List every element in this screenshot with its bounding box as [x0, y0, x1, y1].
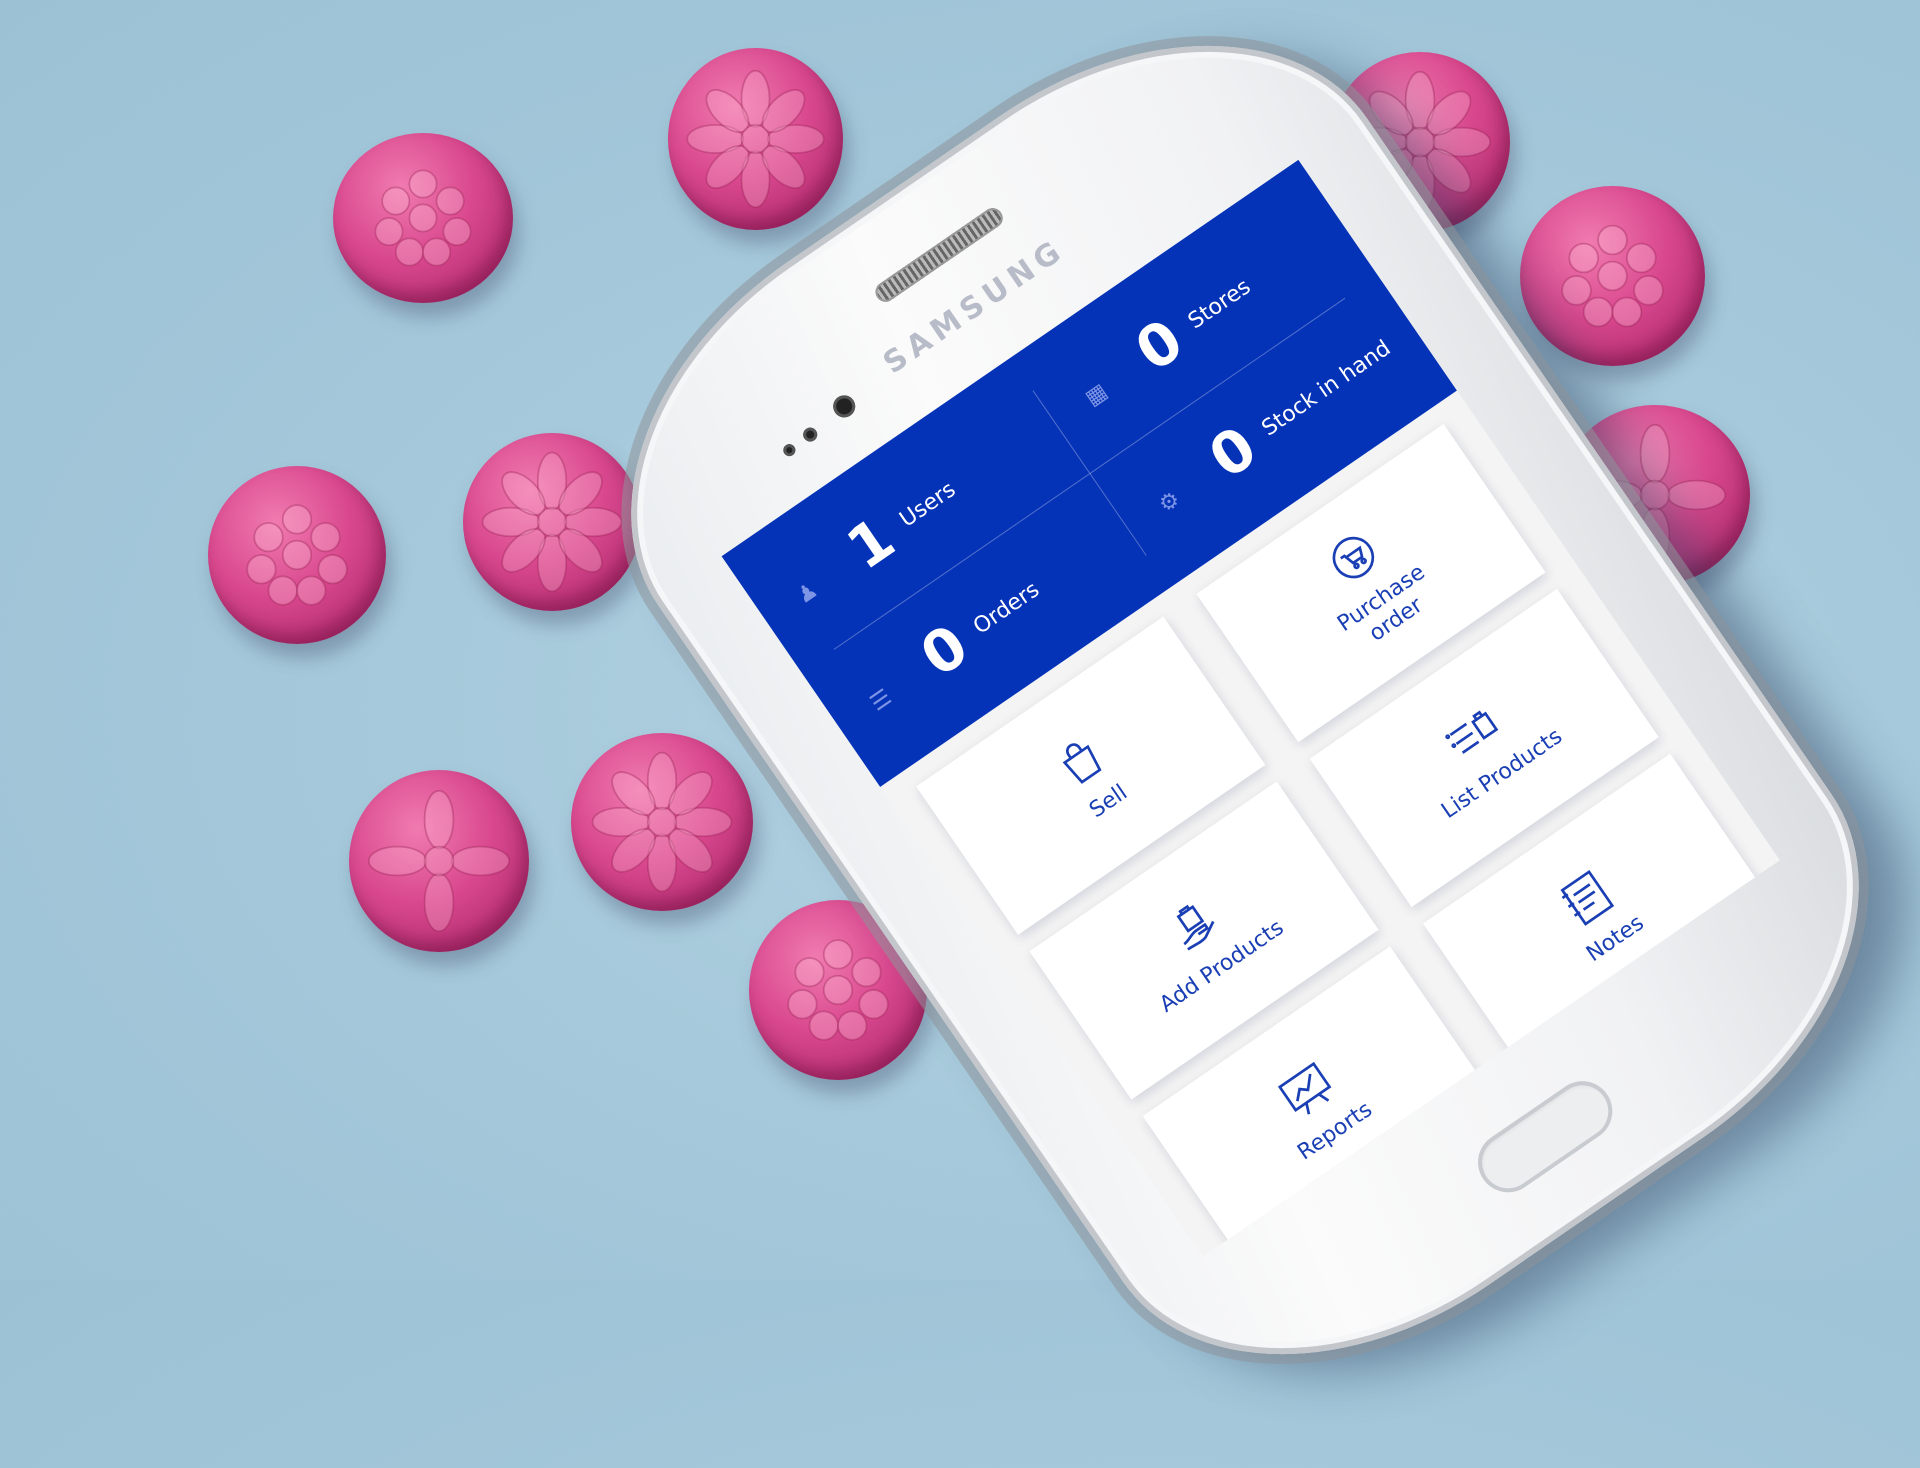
candy-raspberry	[333, 133, 513, 303]
stat-stock-in-hand[interactable]: ⚙ 0 Stock in hand	[1154, 322, 1405, 518]
stat-users-value: 1	[834, 504, 907, 583]
stat-stock-value: 0	[1196, 412, 1269, 492]
tile-sell-label: Sell	[1085, 779, 1132, 824]
stat-users-label: Users	[895, 476, 961, 533]
stat-stores[interactable]: ▦ 0 Stores	[1081, 260, 1264, 411]
stat-stock-label: Stock in hand	[1257, 335, 1396, 442]
stock-icon: ⚙	[1154, 486, 1185, 519]
stat-users[interactable]: ♟ 1 Users	[792, 463, 970, 610]
candy-flower	[668, 48, 843, 230]
candy-raspberry	[1520, 186, 1705, 366]
stat-stores-label: Stores	[1183, 273, 1256, 334]
stat-orders-label: Orders	[968, 576, 1044, 640]
candy-flower	[463, 433, 641, 611]
candy-flower	[571, 733, 753, 911]
candy-flower	[349, 770, 529, 952]
users-icon: ♟	[792, 577, 823, 610]
orders-list-icon: ☰	[866, 684, 897, 717]
stat-stores-value: 0	[1123, 305, 1196, 385]
stat-orders-value: 0	[908, 611, 981, 691]
candy-raspberry	[208, 466, 386, 644]
store-icon: ▦	[1080, 378, 1113, 412]
